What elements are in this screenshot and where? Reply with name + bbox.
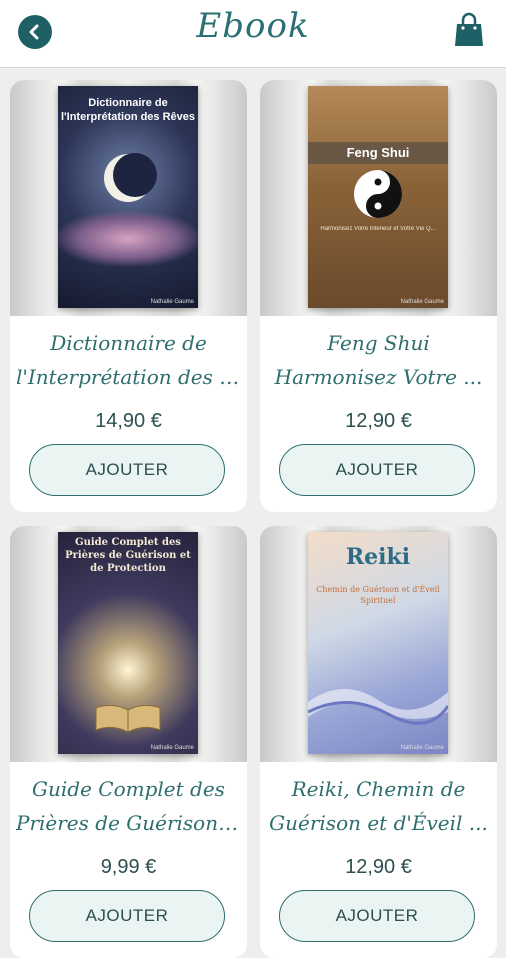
product-name[interactable]: Dictionnaire de l'Interprétation des Rê.… bbox=[16, 326, 241, 394]
add-to-cart-button[interactable]: AJOUTER bbox=[279, 444, 475, 496]
crescent-moon-icon bbox=[104, 153, 157, 202]
app-header: Ebook bbox=[0, 0, 506, 68]
product-price: 9,99 € bbox=[100, 856, 157, 878]
product-image[interactable]: Dictionnaire de l'Interprétation des Rêv… bbox=[10, 80, 247, 316]
shopping-bag-icon bbox=[455, 12, 483, 46]
product-image[interactable]: Guide Complet des Prières de Guérison et… bbox=[10, 526, 247, 762]
product-name[interactable]: Reiki, Chemin de Guérison et d'Éveil ... bbox=[266, 772, 491, 840]
book-cover: Guide Complet des Prières de Guérison et… bbox=[58, 532, 198, 754]
cover-author: Nathalie Gaume bbox=[150, 745, 194, 751]
cover-subtitle: Chemin de Guérison et d'Éveil Spirituel bbox=[316, 585, 440, 605]
add-to-cart-button[interactable]: AJOUTER bbox=[279, 890, 475, 942]
product-card[interactable]: Guide Complet des Prières de Guérison et… bbox=[10, 526, 247, 958]
cover-author: Nathalie Gaume bbox=[150, 299, 194, 305]
product-name[interactable]: Feng Shui Harmonisez Votre ... bbox=[266, 326, 491, 394]
product-price: 14,90 € bbox=[95, 410, 162, 432]
cover-author: Nathalie Gaume bbox=[400, 299, 444, 305]
book-cover: Feng Shui Harmonisez Votre Intérieur et … bbox=[308, 86, 448, 308]
product-card[interactable]: Reiki Chemin de Guérison et d'Éveil Spir… bbox=[260, 526, 497, 958]
product-image[interactable]: Reiki Chemin de Guérison et d'Éveil Spir… bbox=[260, 526, 497, 762]
cover-title: Feng Shui bbox=[346, 145, 410, 160]
cover-subtitle: Harmonisez Votre Intérieur et Votre Vie … bbox=[320, 226, 436, 232]
cloud-decoration bbox=[58, 211, 198, 266]
product-price: 12,90 € bbox=[345, 410, 412, 432]
yin-yang-icon bbox=[354, 170, 402, 218]
book-cover: Reiki Chemin de Guérison et d'Éveil Spir… bbox=[308, 532, 448, 754]
book-cover: Dictionnaire de l'Interprétation des Rêv… bbox=[58, 86, 198, 308]
open-book-icon bbox=[95, 704, 161, 733]
add-to-cart-button[interactable]: AJOUTER bbox=[29, 890, 225, 942]
page-title: Ebook bbox=[196, 6, 310, 46]
wave-decoration bbox=[308, 688, 448, 725]
product-price: 12,90 € bbox=[345, 856, 412, 878]
cover-author: Nathalie Gaume bbox=[400, 745, 444, 751]
cover-title: Guide Complet des Prières de Guérison et… bbox=[65, 537, 191, 574]
cover-title: Reiki bbox=[345, 544, 411, 570]
product-name[interactable]: Guide Complet des Prières de Guérison et… bbox=[16, 772, 241, 840]
cart-button[interactable] bbox=[454, 12, 484, 48]
product-card[interactable]: Dictionnaire de l'Interprétation des Rêv… bbox=[10, 80, 247, 512]
product-image[interactable]: Feng Shui Harmonisez Votre Intérieur et … bbox=[260, 80, 497, 316]
cover-title: Dictionnaire de l'Interprétation des Rêv… bbox=[60, 97, 196, 123]
product-card[interactable]: Feng Shui Harmonisez Votre Intérieur et … bbox=[260, 80, 497, 512]
add-to-cart-button[interactable]: AJOUTER bbox=[29, 444, 225, 496]
